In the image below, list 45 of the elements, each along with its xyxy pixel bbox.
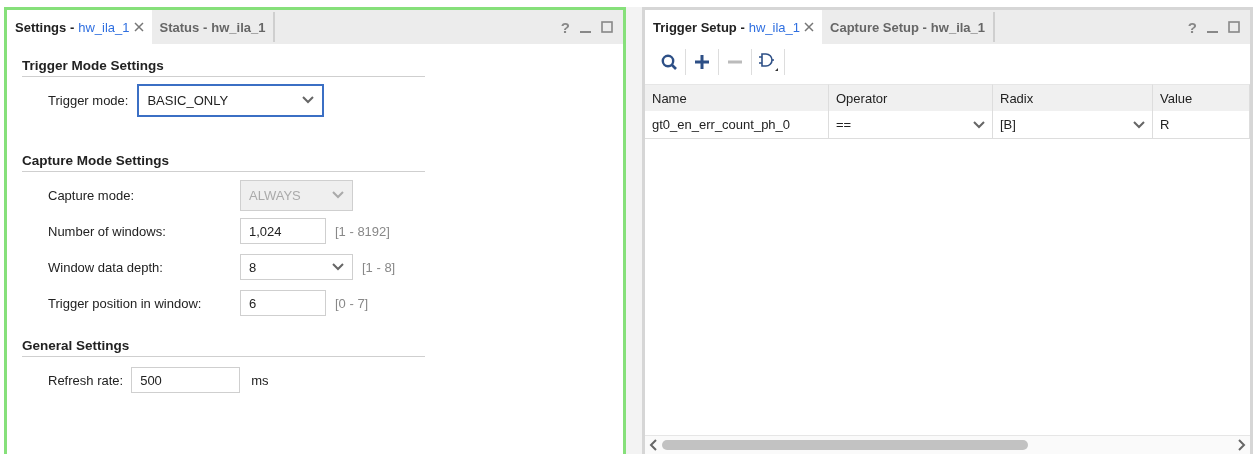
panel-tab[interactable]: Trigger Setup - hw_ila_1	[645, 10, 823, 44]
range-hint: [1 - 8]	[362, 259, 396, 275]
field-label: Refresh rate:	[48, 372, 124, 388]
column-header[interactable]: Radix	[993, 84, 1153, 111]
section-heading: Capture Mode Settings	[22, 149, 425, 172]
operator-dropdown[interactable]: ==	[829, 111, 993, 139]
input-field[interactable]: 1,024	[240, 218, 326, 244]
input-field[interactable]: 6	[240, 290, 326, 316]
scroll-left-icon[interactable]	[649, 439, 658, 451]
logic-gate-icon[interactable]	[758, 52, 778, 72]
plus-icon[interactable]	[694, 54, 710, 70]
section-heading: General Settings	[22, 334, 425, 357]
dropdown[interactable]: 8	[240, 254, 353, 280]
column-header[interactable]: Operator	[829, 84, 993, 111]
chevron-down-icon	[1133, 120, 1145, 129]
field-label: Trigger position in window:	[48, 295, 203, 311]
maximize-icon[interactable]	[1228, 21, 1240, 33]
panel-tab[interactable]: Capture Setup - hw_ila_1	[822, 12, 996, 42]
field-label: Trigger mode:	[48, 92, 129, 108]
column-header[interactable]: Value	[1153, 84, 1250, 111]
column-header[interactable]: Name	[645, 84, 829, 111]
scroll-thumb[interactable]	[662, 440, 1028, 450]
table-cell: R	[1153, 111, 1250, 139]
field-label: Window data depth:	[48, 259, 164, 275]
chevron-down-icon	[302, 96, 315, 104]
panel-tab[interactable]: Settings - hw_ila_1	[7, 10, 152, 44]
dropdown[interactable]: BASIC_ONLY	[137, 83, 325, 117]
chevron-down-icon	[332, 191, 344, 199]
close-icon[interactable]	[804, 22, 815, 32]
close-icon[interactable]	[133, 22, 144, 32]
section-heading: Trigger Mode Settings	[22, 54, 425, 77]
scroll-right-icon[interactable]	[1237, 439, 1246, 451]
radix-dropdown[interactable]: [B]	[993, 111, 1153, 139]
panel-tab[interactable]: Status - hw_ila_1	[151, 12, 276, 42]
range-hint: [1 - 8192]	[335, 223, 390, 239]
chevron-down-icon	[332, 263, 344, 271]
maximize-icon[interactable]	[601, 21, 613, 33]
horizontal-scrollbar[interactable]	[645, 435, 1250, 454]
chevron-down-icon	[973, 120, 985, 129]
field-label: Capture mode:	[48, 187, 135, 203]
range-hint: [0 - 7]	[335, 295, 369, 311]
input-field[interactable]: 500	[131, 367, 241, 393]
unit-label: ms	[251, 372, 269, 388]
field-label: Number of windows:	[48, 223, 167, 239]
table-cell: gt0_en_err_count_ph_0	[645, 111, 829, 139]
